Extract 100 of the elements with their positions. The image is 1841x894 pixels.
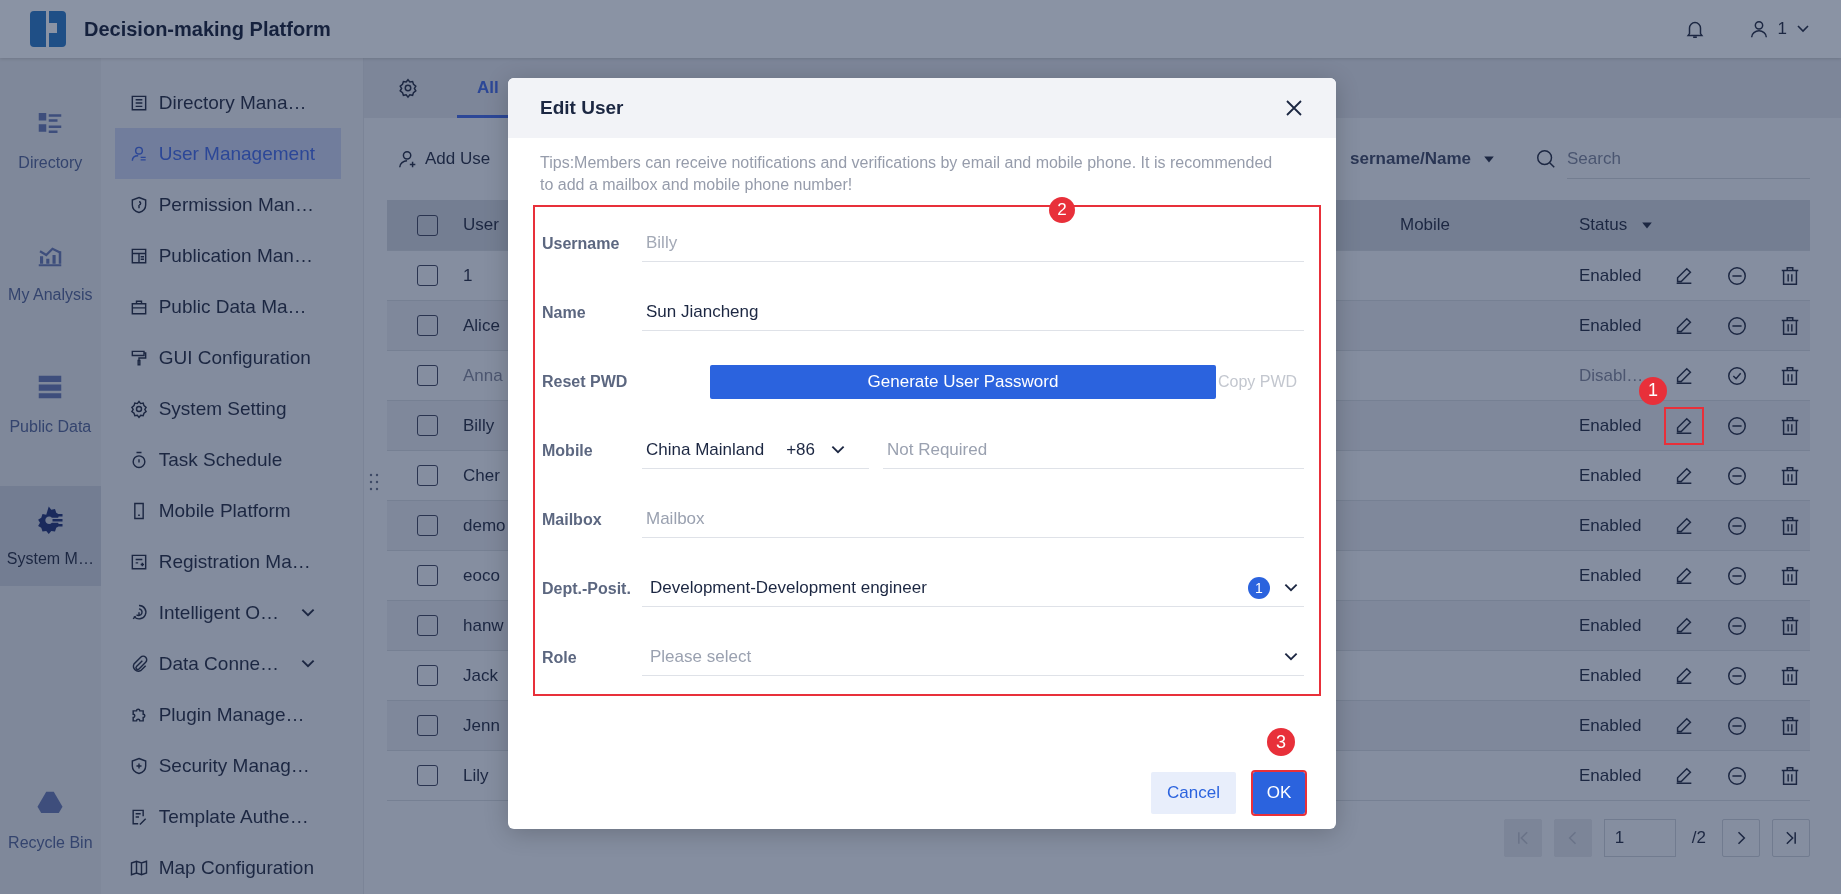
column-header: User [463, 215, 499, 234]
table-cell: 1 [463, 265, 473, 285]
field-label: Mailbox [542, 510, 603, 529]
trash-icon [1779, 464, 1801, 487]
status-text: Enabled [1579, 665, 1642, 685]
sidebar-item[interactable]: Security Manag… [114, 740, 341, 791]
checkbox[interactable] [416, 315, 438, 336]
sidebar-item[interactable]: Map Configuration [114, 842, 341, 893]
sidebar-item[interactable]: Publication Man… [114, 230, 341, 281]
status-text: Enabled [1579, 615, 1642, 635]
settings-icon [128, 398, 149, 419]
table-cell: Cher [463, 465, 500, 485]
checkbox[interactable] [416, 515, 438, 536]
filter-dropdown[interactable]: sername/Name [1350, 149, 1495, 169]
table-cell: Jack [463, 665, 498, 685]
status-text: Enabled [1579, 515, 1642, 535]
cancel-button[interactable]: Cancel [1151, 772, 1236, 814]
field-label: Name [542, 303, 587, 322]
status-text: Enabled [1579, 265, 1642, 285]
field-label: Mobile [542, 441, 594, 460]
rail-item[interactable]: Directory [0, 90, 101, 190]
settings-icon[interactable] [397, 77, 419, 99]
trash-icon [1779, 264, 1801, 287]
dialog-title: Edit User [540, 97, 625, 119]
checkbox[interactable] [416, 615, 438, 636]
checkbox[interactable] [416, 565, 438, 586]
region-select[interactable]: China Mainland +86 [642, 432, 869, 469]
checkbox[interactable] [416, 214, 438, 236]
settings-icon [35, 504, 66, 534]
status-filter[interactable]: Status [1579, 215, 1654, 235]
trash-icon [1779, 564, 1801, 587]
table-cell: Billy [463, 415, 495, 435]
table-cell: Alice [463, 315, 500, 335]
generate-password-button[interactable]: Generate User Password [710, 364, 1216, 399]
edit-button[interactable] [1664, 406, 1704, 445]
field-label: Role [542, 648, 578, 667]
sidebar-item[interactable]: Registration Ma… [114, 536, 341, 587]
select-field[interactable]: Please select [642, 639, 1304, 676]
drag-handle-icon[interactable] [369, 472, 379, 492]
sidebar-item[interactable]: Permission Man… [114, 179, 341, 230]
sidebar-item[interactable]: Task Schedule [114, 434, 341, 485]
tips-text: Tips:Members can receive notifications and verifications by email and mobile phone. It is recommended to add a mailbox and mobile phone number! [540, 153, 1274, 195]
field-label: Username [542, 234, 621, 253]
table-cell: demo [463, 515, 506, 535]
trash-icon [1779, 364, 1801, 387]
status-text: Enabled [1579, 465, 1642, 485]
app-title: Decision-making Platform [84, 17, 331, 41]
table-cell: Anna [463, 365, 503, 385]
sidebar-item[interactable]: Public Data Ma… [114, 281, 341, 332]
checkbox[interactable] [416, 465, 438, 486]
checkbox[interactable] [416, 265, 438, 286]
table-cell: Jenn [463, 715, 500, 735]
sidebar-item[interactable]: Plugin Manage… [114, 689, 341, 740]
status-text: Enabled [1579, 715, 1642, 735]
status-text: Enabled [1579, 415, 1642, 435]
trash-icon [1779, 664, 1801, 687]
status-text: Enabled [1579, 765, 1642, 785]
input-field[interactable]: Sun Jiancheng [642, 294, 1304, 331]
rail-item[interactable]: Recycle Bin [0, 770, 101, 870]
trash-icon [1779, 414, 1801, 437]
trash-icon [1779, 614, 1801, 637]
checkbox[interactable] [416, 415, 438, 436]
trash-icon [1779, 714, 1801, 737]
sidebar-item[interactable]: Template Authe… [114, 791, 341, 842]
last-page-button[interactable] [1772, 819, 1810, 857]
input-field[interactable]: Billy [642, 225, 1304, 262]
search-field[interactable]: Search [1567, 139, 1810, 179]
rail-item[interactable]: System M… [0, 486, 101, 586]
rail-item[interactable]: Public Data [0, 354, 101, 454]
status-text: Enabled [1579, 315, 1642, 335]
select-field[interactable]: Development-Development engineer 1 [642, 570, 1304, 607]
sidebar-item[interactable]: Directory Mana… [114, 77, 341, 128]
search-icon[interactable] [1535, 148, 1557, 170]
logo-icon [28, 9, 68, 49]
table-cell: eoco [463, 565, 500, 585]
rail-item[interactable]: My Analysis [0, 222, 101, 322]
field-label: Reset PWD [542, 372, 629, 391]
input-field[interactable]: Mailbox [642, 501, 1304, 538]
input-field[interactable]: Not Required [883, 432, 1304, 469]
ok-button[interactable]: OK [1253, 772, 1305, 814]
table-cell: hanw [463, 615, 504, 635]
sidebar-item[interactable]: GUI Configuration [114, 332, 341, 383]
column-header: Mobile [1400, 215, 1451, 234]
checkbox[interactable] [416, 715, 438, 736]
add-user-button[interactable]: Add Use [397, 148, 491, 170]
checkbox[interactable] [416, 665, 438, 686]
checkbox[interactable] [416, 765, 438, 786]
sidebar-item[interactable]: Intelligent O… [114, 587, 341, 638]
sidebar-item[interactable]: Mobile Platform [114, 485, 341, 536]
sidebar-item[interactable]: System Setting [114, 383, 341, 434]
user-menu[interactable]: 1 [1747, 18, 1811, 40]
checkbox[interactable] [416, 365, 438, 386]
trash-icon [1779, 314, 1801, 337]
field-label: Dept.-Posit. [542, 579, 632, 598]
sidebar-item[interactable]: Data Conne… [114, 638, 341, 689]
count-badge: 1 [1248, 577, 1270, 599]
page-total: /2 [1691, 828, 1706, 848]
trash-icon [1779, 514, 1801, 537]
step-badge: 2 [1049, 197, 1075, 223]
page-field[interactable]: 1 [1603, 819, 1676, 857]
